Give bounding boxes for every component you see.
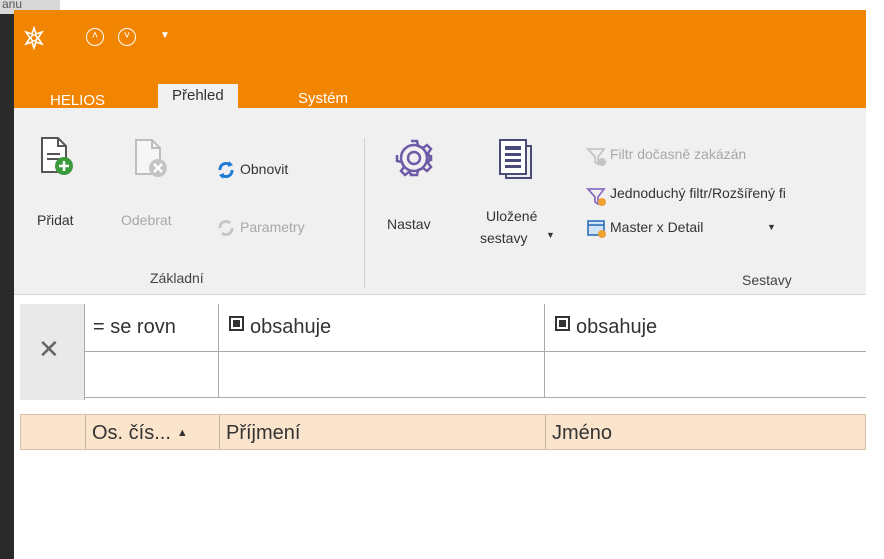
circle-down-icon[interactable]: ˅ [118,28,136,46]
contains-icon [229,316,244,331]
filter-value-oscis[interactable] [85,352,219,398]
remove-button-label: Odebrat [121,212,172,228]
column-header-prijmeni-label: Příjmení [226,422,301,444]
app-logo-icon[interactable] [22,26,46,50]
gear-icon [395,139,433,177]
nastav-button-label: Nastav [387,216,431,232]
filter-grid: = se rovn obsahuje obsahuje [84,304,873,400]
filter-panel: ✕ = se rovn obsahuje obsahuje [20,304,873,400]
helios-window: ˄ ˅ ▼ HELIOS Přehled Systém Přidat Odebr… [14,10,873,559]
filter-operator-prijmeni-text: obsahuje [250,316,332,338]
grid-header: Os. čís... ▲ Příjmení Jméno [20,414,866,450]
quick-access-dropdown-icon[interactable]: ▼ [160,30,170,41]
add-button-label: Přidat [37,212,74,228]
saved-reports-dropdown-icon: ▼ [546,230,555,240]
filter-operator-oscis-text: = se rovn [93,316,176,338]
add-document-icon [41,137,73,175]
tab-helios[interactable]: HELIOS [50,92,105,109]
contains-icon [555,316,570,331]
refresh-button-label: Obnovit [240,161,289,177]
right-edge [866,0,884,559]
master-detail-label: Master x Detail [610,219,704,235]
close-icon[interactable]: ✕ [38,334,60,365]
filter-operator-jmeno[interactable]: obsahuje [545,304,871,352]
parameters-button-label: Parametry [240,219,305,235]
saved-reports-label-line2: sestavy [480,230,528,246]
master-detail-icon [587,220,606,238]
ribbon: Přidat Odebrat Obnovit Parametry Základn… [14,108,866,295]
filter-value-prijmeni[interactable] [219,352,545,398]
sort-ascending-icon: ▲ [176,427,188,439]
row-indicator-header [21,415,85,449]
ribbon-tabs: HELIOS Přehled Systém [14,64,866,109]
remove-document-icon [135,139,167,177]
column-header-oscis[interactable]: Os. čís... ▲ [85,415,219,449]
filter-disabled-label: Filtr dočasně zakázán [610,146,747,162]
column-header-jmeno[interactable]: Jméno [545,415,865,449]
group-title-zakladni: Základní [150,270,204,286]
group-title-sestavy: Sestavy [742,272,792,288]
saved-reports-label-line1: Uložené [486,208,538,224]
circle-up-icon[interactable]: ˄ [86,28,104,46]
filter-value-jmeno[interactable] [545,352,871,398]
filter-icon [586,188,606,206]
filter-disabled-icon [586,148,606,166]
saved-reports-icon [499,139,532,179]
filter-operator-oscis[interactable]: = se rovn [85,304,219,352]
parameters-icon [218,220,234,236]
group-separator [364,138,365,288]
tab-system[interactable]: Systém [298,90,348,107]
master-detail-dropdown-icon: ▼ [767,222,776,232]
filter-operator-jmeno-text: obsahuje [576,316,658,338]
refresh-icon [218,161,234,179]
column-header-prijmeni[interactable]: Příjmení [219,415,545,449]
column-header-jmeno-label: Jméno [552,422,613,444]
title-bar: ˄ ˅ ▼ [14,10,866,64]
tab-prehled[interactable]: Přehled [158,84,238,108]
filter-operator-prijmeni[interactable]: obsahuje [219,304,545,352]
column-header-oscis-label: Os. čís... [92,422,171,444]
simple-filter-label: Jednoduchý filtr/Rozšířený fi [610,185,786,201]
background-window-strip [0,0,14,559]
